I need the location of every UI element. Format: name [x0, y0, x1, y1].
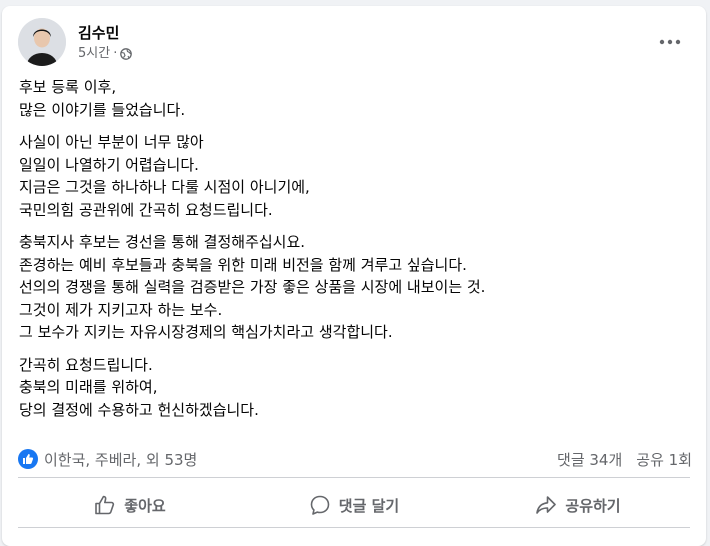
comment-button-label: 댓글 달기 — [338, 496, 400, 515]
post-paragraph: 간곡히 요청드립니다. 충북의 미래를 위하여, 당의 결정에 수용하고 헌신하… — [19, 354, 689, 422]
like-reaction-icon — [18, 449, 38, 469]
post-line: 충북지사 후보는 경선을 통해 결정해주십시요. — [19, 233, 306, 251]
reaction-summary[interactable]: 이한국, 주베라, 외 53명 — [18, 449, 197, 470]
more-icon — [659, 39, 681, 45]
post-paragraph: 후보 등록 이후, 많은 이야기를 들었습니다. — [19, 76, 689, 121]
post-paragraph: 충북지사 후보는 경선을 통해 결정해주십시요. 존경하는 예비 후보들과 충북… — [19, 231, 689, 344]
post-meta: 5시간 · — [78, 46, 133, 62]
share-button-label: 공유하기 — [565, 496, 621, 515]
reactions-bar: 이한국, 주베라, 외 53명 댓글 34개 공유 1회 — [18, 445, 692, 473]
post-line: 국민의힘 공관위에 간곡히 요청드립니다. — [19, 200, 273, 219]
post-line: 선의의 경쟁을 통해 실력을 검증받은 가장 좋은 상품을 시장에 내보이는 것… — [19, 278, 486, 296]
divider — [18, 527, 690, 528]
like-button[interactable]: 좋아요 — [18, 483, 242, 527]
more-options-button[interactable] — [654, 26, 686, 58]
action-bar: 좋아요 댓글 달기 공유하기 — [18, 483, 690, 527]
avatar[interactable] — [18, 18, 66, 66]
post-line: 후보 등록 이후, — [19, 78, 117, 96]
engagement-counts: 댓글 34개 공유 1회 — [557, 449, 692, 470]
thumbs-up-icon — [95, 495, 115, 515]
comment-count[interactable]: 댓글 34개 — [557, 449, 622, 470]
post-line: 그것이 제가 지키고자 하는 보수. — [19, 300, 223, 319]
share-button[interactable]: 공유하기 — [466, 483, 690, 527]
post-line: 지금은 그것을 하나하나 다룰 시점이 아니기에, — [19, 178, 310, 196]
reaction-names[interactable]: 이한국, 주베라, 외 53명 — [44, 449, 197, 470]
post-card: 김수민 5시간 · 후보 등록 이후, 많은 이야기를 들었습니다. 사실이 아… — [2, 6, 706, 546]
share-icon — [536, 496, 557, 514]
author-name[interactable]: 김수민 — [78, 24, 119, 42]
comment-button[interactable]: 댓글 달기 — [242, 483, 466, 527]
post-body: 후보 등록 이후, 많은 이야기를 들었습니다. 사실이 아닌 부분이 너무 많… — [19, 76, 689, 431]
post-line: 그 보수가 지키는 자유시장경제의 핵심가치라고 생각합니다. — [19, 323, 393, 341]
post-line: 사실이 아닌 부분이 너무 많아 — [19, 133, 204, 151]
post-line: 충북의 미래를 위하여, — [19, 378, 158, 396]
post-line: 간곡히 요청드립니다. — [19, 355, 153, 374]
post-line: 당의 결정에 수용하고 헌신하겠습니다. — [19, 400, 259, 419]
share-count[interactable]: 공유 1회 — [636, 449, 692, 470]
post-line: 많은 이야기를 들었습니다. — [19, 100, 186, 119]
post-line: 일일이 나열하기 어렵습니다. — [19, 155, 199, 174]
post-line: 존경하는 예비 후보들과 충북을 위한 미래 비전을 함께 겨루고 싶습니다. — [19, 255, 467, 274]
comment-icon — [310, 495, 330, 515]
divider — [18, 477, 690, 478]
post-header: 김수민 5시간 · — [18, 18, 690, 68]
globe-icon[interactable] — [120, 48, 133, 60]
post-paragraph: 사실이 아닌 부분이 너무 많아 일일이 나열하기 어렵습니다. 지금은 그것을… — [19, 131, 689, 221]
post-time[interactable]: 5시간 — [78, 46, 110, 62]
avatar-photo — [18, 18, 66, 66]
meta-separator: · — [113, 46, 118, 61]
like-button-label: 좋아요 — [124, 496, 166, 515]
